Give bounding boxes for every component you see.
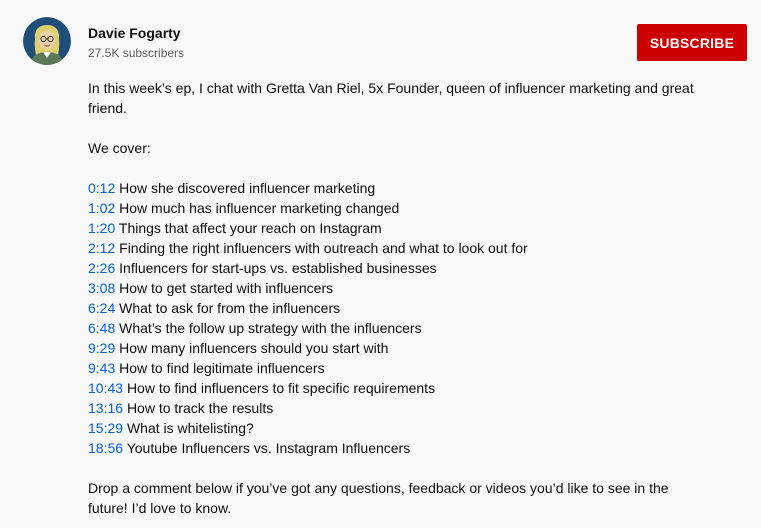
timestamp-link[interactable]: 2:12	[88, 240, 115, 256]
subscriber-count: 27.5K subscribers	[88, 46, 185, 60]
chapter-item: 6:48 What’s the follow up strategy with …	[88, 318, 698, 338]
timestamp-link[interactable]: 2:26	[88, 260, 115, 276]
chapter-title: Youtube Influencers vs. Instagram Influe…	[126, 440, 411, 456]
timestamp-link[interactable]: 1:20	[88, 220, 115, 236]
chapter-title: How to track the results	[126, 400, 274, 416]
chapter-item: 18:56 Youtube Influencers vs. Instagram …	[88, 438, 698, 458]
avatar-illustration	[23, 17, 71, 65]
timestamp-link[interactable]: 6:24	[88, 300, 115, 316]
chapter-item: 0:12 How she discovered influencer marke…	[88, 178, 698, 198]
chapter-item: 3:08 How to get started with influencers	[88, 278, 698, 298]
chapter-title: How to find influencers to fit specific …	[126, 380, 436, 396]
timestamp-link[interactable]: 9:43	[88, 360, 115, 376]
chapter-item: 2:12 Finding the right influencers with …	[88, 238, 698, 258]
chapter-item: 15:29 What is whitelisting?	[88, 418, 698, 438]
timestamp-link[interactable]: 6:48	[88, 320, 115, 336]
channel-info: Davie Fogarty 27.5K subscribers	[88, 24, 184, 61]
chapter-item: 2:26 Influencers for start-ups vs. estab…	[88, 258, 698, 278]
chapter-title: Influencers for start-ups vs. establishe…	[119, 260, 437, 276]
avatar[interactable]	[23, 17, 71, 65]
chapter-item: 9:43 How to find legitimate influencers	[88, 358, 698, 378]
timestamp-link[interactable]: 0:12	[88, 180, 115, 196]
timestamp-link[interactable]: 13:16	[88, 400, 123, 416]
subscribe-button[interactable]: SUBSCRIBE	[637, 24, 747, 61]
video-description-panel: Davie Fogarty 27.5K subscribers SUBSCRIB…	[0, 0, 761, 528]
timestamp-link[interactable]: 10:43	[88, 380, 123, 396]
description-intro: In this week’s ep, I chat with Gretta Va…	[88, 80, 694, 116]
chapter-title: How many influencers should you start wi…	[119, 340, 389, 356]
chapter-item: 1:02 How much has influencer marketing c…	[88, 198, 698, 218]
chapter-title: How to find legitimate influencers	[119, 360, 325, 376]
chapter-title: Things that affect your reach on Instagr…	[118, 220, 382, 236]
description-we-cover: We cover:	[88, 140, 151, 156]
chapter-title: What to ask for from the influencers	[119, 300, 341, 316]
chapter-item: 1:20 Things that affect your reach on In…	[88, 218, 698, 238]
chapter-item: 10:43 How to find influencers to fit spe…	[88, 378, 698, 398]
timestamp-link[interactable]: 9:29	[88, 340, 115, 356]
chapter-item: 6:24 What to ask for from the influencer…	[88, 298, 698, 318]
timestamp-link[interactable]: 18:56	[88, 440, 123, 456]
timestamp-link[interactable]: 15:29	[88, 420, 123, 436]
timestamp-link[interactable]: 3:08	[88, 280, 115, 296]
chapter-title: What’s the follow up strategy with the i…	[119, 320, 422, 336]
chapter-list: 0:12 How she discovered influencer marke…	[88, 178, 698, 458]
chapter-title: How she discovered influencer marketing	[119, 180, 376, 196]
timestamp-link[interactable]: 1:02	[88, 200, 115, 216]
chapter-item: 9:29 How many influencers should you sta…	[88, 338, 698, 358]
channel-name[interactable]: Davie Fogarty	[88, 24, 184, 42]
chapter-title: How to get started with influencers	[119, 280, 334, 296]
chapter-title: What is whitelisting?	[126, 420, 254, 436]
description-outro: Drop a comment below if you’ve got any q…	[88, 480, 669, 516]
chapter-title: How much has influencer marketing change…	[119, 200, 400, 216]
chapter-item: 13:16 How to track the results	[88, 398, 698, 418]
description: In this week’s ep, I chat with Gretta Va…	[88, 78, 698, 528]
chapter-title: Finding the right influencers with outre…	[119, 240, 528, 256]
